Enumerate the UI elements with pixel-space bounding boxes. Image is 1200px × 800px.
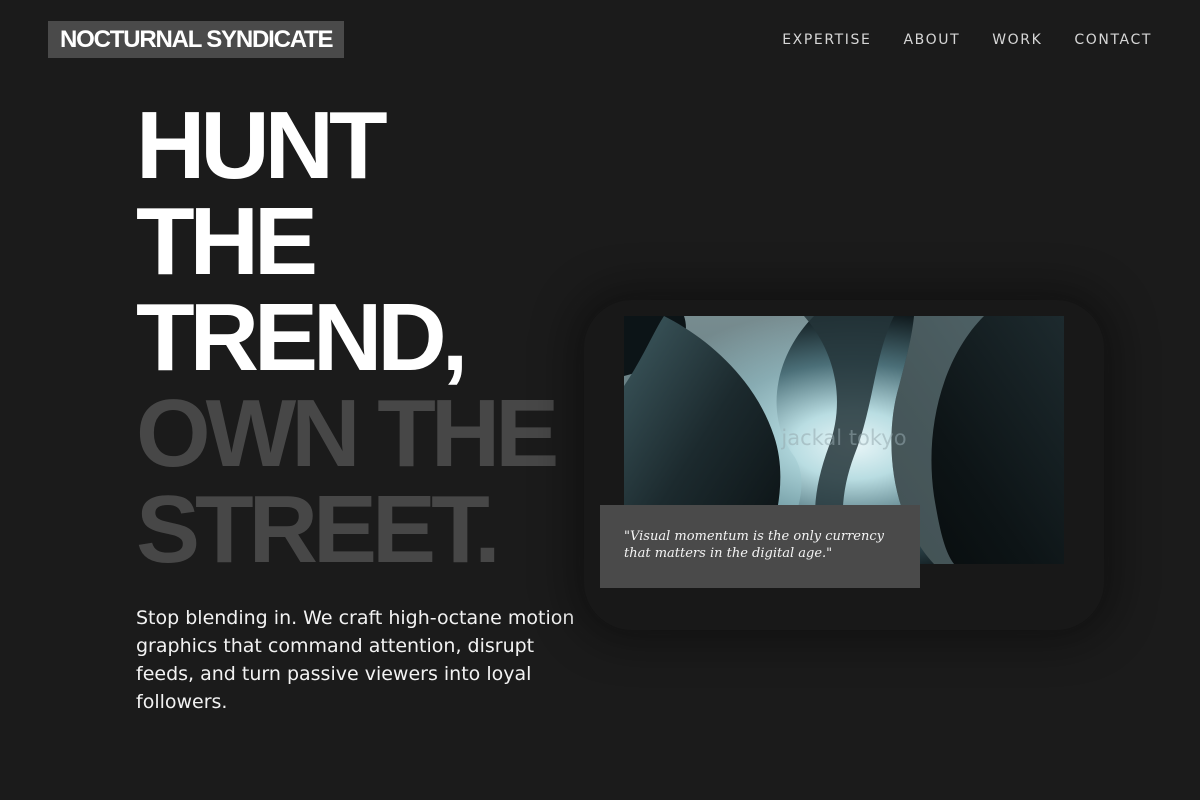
main-nav: EXPERTISE ABOUT WORK CONTACT — [782, 30, 1152, 50]
headline-line: HUNT — [136, 92, 388, 199]
nav-item-contact[interactable]: CONTACT — [1074, 30, 1152, 50]
headline-line: TREND, — [136, 284, 468, 391]
headline-line-muted: OWN THE — [136, 380, 559, 487]
nav-item-work[interactable]: WORK — [992, 30, 1042, 50]
headline-line: THE — [136, 188, 318, 295]
quote-text: "Visual momentum is the only currency th… — [624, 529, 884, 561]
quote-card: "Visual momentum is the only currency th… — [600, 505, 920, 588]
brand-logo[interactable]: NOCTURNAL SYNDICATE — [48, 21, 345, 58]
hero-headline: HUNT THE TREND, OWN THE STREET. — [136, 98, 596, 578]
nav-item-about[interactable]: ABOUT — [903, 30, 960, 50]
hero-intro-text: Stop blending in. We craft high-octane m… — [136, 607, 575, 713]
headline-line-muted: STREET. — [136, 476, 501, 583]
nav-item-expertise[interactable]: EXPERTISE — [782, 30, 871, 50]
